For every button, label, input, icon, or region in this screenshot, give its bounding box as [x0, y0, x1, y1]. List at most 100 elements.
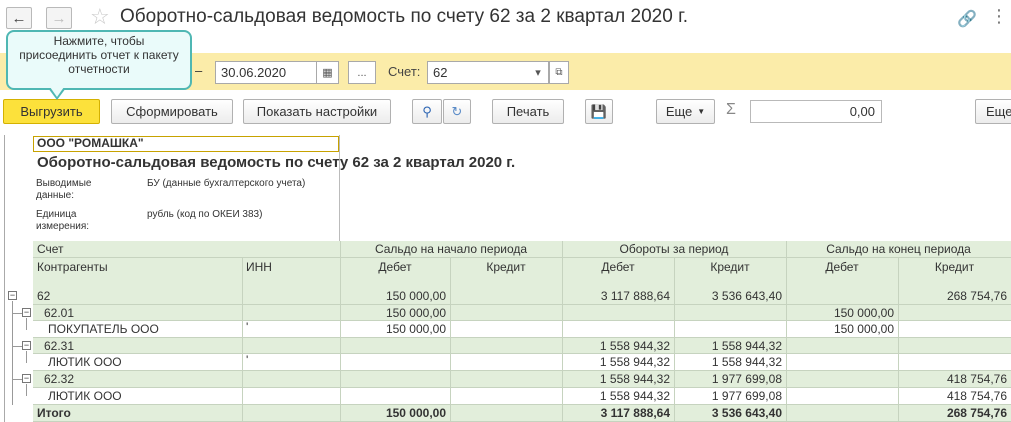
header-credit: Кредит: [934, 260, 975, 274]
header-vline: [786, 241, 787, 288]
row-vline: [242, 288, 243, 305]
tree-line: [26, 384, 27, 396]
row-name: 62.01: [44, 306, 75, 320]
row-cc: 418 754,76: [946, 389, 1007, 403]
more-right-button[interactable]: Еще: [975, 99, 1011, 124]
row-od: 150 000,00: [385, 406, 446, 420]
open-form-icon: ⧉: [555, 67, 563, 78]
row-name: ЛЮТИК ООО: [48, 355, 122, 369]
header-debit: Дебет: [825, 260, 859, 274]
row-vline: [786, 405, 787, 422]
back-button[interactable]: ←: [6, 7, 32, 29]
row-td: 1 558 944,32: [599, 372, 670, 386]
row-vline: [674, 288, 675, 305]
row-tc: 3 536 643,40: [711, 406, 782, 420]
link-icon[interactable]: 🔗: [957, 9, 977, 29]
meta-label-data: Выводимые данные:: [36, 178, 92, 201]
row-vline: [898, 288, 899, 305]
row-tc: 1 558 944,32: [711, 339, 782, 353]
row-vline: [562, 321, 563, 338]
collapse-toggle-icon[interactable]: −: [22, 374, 31, 383]
row-name: 62.31: [44, 339, 75, 353]
row-vline: [450, 338, 451, 354]
row-name: 62.32: [44, 372, 75, 386]
header-vline: [562, 241, 563, 288]
table-row: [33, 288, 1011, 305]
row-cc: 268 754,76: [946, 406, 1007, 420]
meta-value-data: БУ (данные бухгалтерского учета): [147, 178, 306, 189]
show-settings-button[interactable]: Показать настройки: [243, 99, 391, 124]
row-vline: [898, 371, 899, 388]
arrow-right-icon: →: [51, 9, 67, 27]
table-row: [33, 338, 1011, 354]
collapse-toggle-icon[interactable]: −: [22, 341, 31, 350]
more-right-label: Еще: [986, 104, 1011, 119]
row-vline: [562, 405, 563, 422]
upload-button[interactable]: Выгрузить: [3, 99, 100, 124]
row-name: ПОКУПАТЕЛЬ ООО: [48, 322, 159, 336]
row-vline: [340, 321, 341, 338]
row-vline: [562, 338, 563, 354]
row-vline: [898, 388, 899, 405]
row-vline: [786, 338, 787, 354]
save-icon: 💾: [590, 103, 608, 119]
header-opening: Сальдо на начало периода: [374, 242, 528, 256]
row-td: 3 117 888,64: [600, 406, 670, 420]
tooltip-tail-inner: [50, 87, 64, 97]
row-od: 150 000,00: [385, 306, 446, 320]
row-tc: 3 536 643,40: [711, 289, 782, 303]
tree-line: [12, 301, 13, 405]
row-vline: [674, 338, 675, 354]
collapse-toggle-icon[interactable]: −: [22, 308, 31, 317]
row-vline: [898, 305, 899, 321]
tree-line: [12, 313, 22, 314]
row-vline: [674, 305, 675, 321]
account-dropdown-button[interactable]: ▾: [528, 61, 549, 84]
generate-button[interactable]: Сформировать: [111, 99, 233, 124]
generate-label: Сформировать: [126, 104, 218, 119]
period-dash: –: [195, 63, 203, 78]
show-settings-label: Показать настройки: [256, 104, 378, 119]
period-select-button[interactable]: ...: [348, 61, 376, 84]
row-name: 62: [37, 289, 51, 303]
account-label: Счет:: [388, 64, 421, 79]
row-inn: ': [246, 353, 249, 367]
account-open-button[interactable]: ⧉: [549, 61, 569, 84]
row-vline: [242, 321, 243, 338]
header-vline: [898, 257, 899, 288]
meta-value-unit: рубль (код по ОКЕИ 383): [147, 209, 263, 220]
search-cancel-button[interactable]: ↻: [443, 99, 471, 124]
more-actions-label: Еще: [665, 104, 693, 119]
tooltip-text: Нажмите, чтобы присоединить отчет к паке…: [19, 34, 179, 76]
header-credit: Кредит: [710, 260, 750, 274]
collapse-toggle-icon[interactable]: −: [8, 291, 17, 300]
row-tc: 1 977 699,08: [711, 389, 782, 403]
save-button[interactable]: 💾: [585, 99, 613, 124]
row-vline: [450, 388, 451, 405]
row-vline: [898, 354, 899, 371]
row-vline: [898, 321, 899, 338]
row-vline: [340, 388, 341, 405]
table-row: [33, 371, 1011, 388]
row-vline: [786, 354, 787, 371]
calendar-button[interactable]: ▦: [316, 61, 339, 84]
row-td: 1 558 944,32: [599, 355, 670, 369]
more-actions-button[interactable]: Еще ▼: [656, 99, 715, 124]
more-vertical-icon[interactable]: ⋮: [990, 5, 1008, 27]
table-row: [33, 405, 1011, 422]
row-vline: [786, 321, 787, 338]
row-vline: [242, 338, 243, 354]
row-vline: [786, 288, 787, 305]
row-vline: [242, 405, 243, 422]
forward-button[interactable]: →: [46, 7, 72, 29]
row-td: 3 117 888,64: [600, 289, 670, 303]
header-vline: [242, 257, 243, 288]
search-button[interactable]: ⚲: [412, 99, 442, 124]
print-button[interactable]: Печать: [492, 99, 564, 124]
favorite-star-icon[interactable]: ☆: [90, 5, 110, 29]
row-vline: [242, 305, 243, 321]
row-vline: [450, 288, 451, 305]
row-inn: ': [246, 320, 249, 334]
date-to-value: 30.06.2020: [221, 65, 287, 80]
tree-line: [26, 351, 27, 363]
